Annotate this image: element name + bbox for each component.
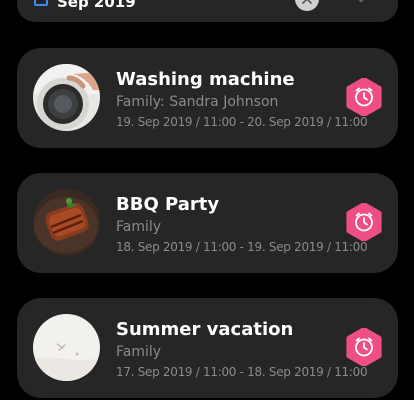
booking-thumbnail-washing-machine bbox=[33, 64, 100, 131]
booking-subtitle: Family: Sandra Johnson bbox=[116, 94, 279, 110]
dropdown-button[interactable] bbox=[353, 0, 369, 6]
booking-thumbnail-bbq-party bbox=[33, 189, 100, 256]
alarm-clock-icon bbox=[346, 328, 382, 366]
booking-title: BBQ Party bbox=[116, 194, 220, 215]
booking-subtitle: Family bbox=[116, 219, 162, 235]
alarm-button[interactable] bbox=[345, 78, 383, 116]
booking-dates: 19. Sep 2019 / 11:00 - 20. Sep 2019 / 11… bbox=[116, 115, 368, 129]
booking-card[interactable]: Summer vacation Family 17. Sep 2019 / 11… bbox=[17, 298, 398, 398]
booking-title: Summer vacation bbox=[116, 319, 294, 340]
alarm-clock-icon bbox=[346, 203, 382, 241]
chevron-down-icon bbox=[358, 0, 364, 3]
booking-dates: 17. Sep 2019 / 11:00 - 18. Sep 2019 / 11… bbox=[116, 365, 368, 379]
booking-thumbnail-summer-vacation bbox=[33, 314, 100, 381]
alarm-button[interactable] bbox=[345, 328, 383, 366]
booking-dates: 18. Sep 2019 / 11:00 - 19. Sep 2019 / 11… bbox=[116, 240, 368, 254]
booking-list-screen: Sep 2019 Washing machine Family: Sandra … bbox=[0, 0, 414, 400]
booking-title: Washing machine bbox=[116, 69, 295, 90]
calendar-icon bbox=[34, 0, 48, 6]
alarm-clock-icon bbox=[346, 78, 382, 116]
booking-card[interactable]: BBQ Party Family 18. Sep 2019 / 11:00 - … bbox=[17, 173, 398, 273]
date-filter-label[interactable]: Sep 2019 bbox=[57, 0, 136, 10]
booking-subtitle: Family bbox=[116, 344, 162, 360]
alarm-button[interactable] bbox=[345, 203, 383, 241]
booking-card[interactable]: Washing machine Family: Sandra Johnson 1… bbox=[17, 48, 398, 148]
close-icon bbox=[302, 0, 312, 4]
